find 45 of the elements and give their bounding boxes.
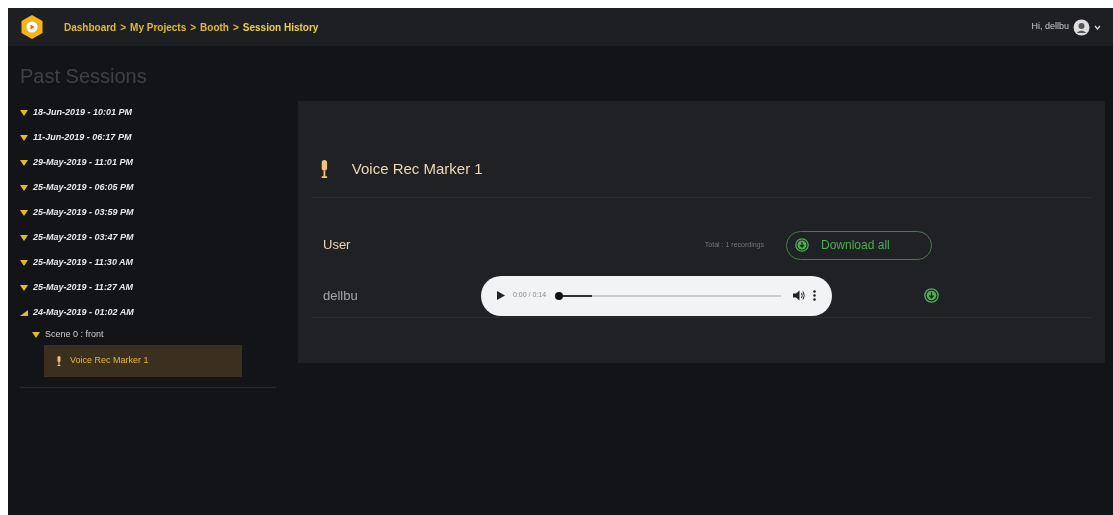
session-item[interactable]: 25-May-2019 - 03:59 PM bbox=[33, 205, 134, 220]
marker-item[interactable]: Voice Rec Marker 1 bbox=[44, 345, 242, 377]
download-button[interactable] bbox=[924, 288, 939, 303]
breadcrumb-link[interactable]: Dashboard bbox=[64, 19, 117, 35]
caret-down-icon[interactable] bbox=[20, 184, 28, 191]
volume-icon[interactable] bbox=[793, 290, 805, 301]
session-item[interactable]: 24-May-2019 - 01:02 AM bbox=[33, 305, 134, 320]
breadcrumb-separator: > bbox=[190, 20, 197, 35]
session-item[interactable]: 25-May-2019 - 03:47 PM bbox=[33, 230, 134, 245]
caret-down-icon[interactable] bbox=[20, 134, 28, 141]
session-item[interactable]: 25-May-2019 - 11:27 AM bbox=[33, 280, 134, 295]
caret-down-icon[interactable] bbox=[32, 332, 40, 338]
caret-down-icon[interactable] bbox=[20, 209, 28, 216]
greeting: Hi, dellbu bbox=[1031, 20, 1069, 34]
download-icon bbox=[924, 288, 939, 303]
marker-title: Voice Rec Marker 1 bbox=[351, 158, 483, 179]
user-avatar-icon[interactable] bbox=[1073, 18, 1090, 36]
session-item[interactable]: 11-Jun-2019 - 06:17 PM bbox=[33, 130, 132, 145]
seek-thumb[interactable] bbox=[555, 291, 564, 300]
caret-down-icon[interactable] bbox=[20, 284, 28, 291]
session-item[interactable]: 29-May-2019 - 11:01 PM bbox=[33, 155, 133, 170]
session-item[interactable]: 25-May-2019 - 06:05 PM bbox=[33, 180, 134, 195]
column-header: User bbox=[323, 236, 351, 255]
breadcrumb-link[interactable]: Booth bbox=[200, 19, 229, 35]
caret-down-icon[interactable] bbox=[20, 109, 28, 116]
breadcrumb-separator: > bbox=[232, 20, 239, 35]
scene-item[interactable]: Scene 0 : front bbox=[45, 328, 104, 342]
chevron-down-icon[interactable] bbox=[1094, 24, 1101, 30]
more-options-icon[interactable] bbox=[813, 290, 816, 301]
breadcrumb-separator: > bbox=[120, 20, 127, 35]
microphone-icon bbox=[56, 356, 62, 366]
microphone-icon bbox=[319, 160, 330, 178]
play-logo-icon[interactable] bbox=[20, 14, 44, 40]
session-item[interactable]: 18-Jun-2019 - 10:01 PM bbox=[33, 105, 133, 120]
caret-down-icon[interactable] bbox=[20, 259, 28, 266]
seek-track[interactable] bbox=[558, 294, 781, 297]
breadcrumb-link[interactable]: Session History bbox=[242, 19, 319, 35]
caret-down-icon[interactable] bbox=[20, 159, 28, 166]
caret-down-icon[interactable] bbox=[20, 234, 28, 241]
user-name: dellbu bbox=[323, 286, 359, 305]
download-icon bbox=[795, 238, 809, 252]
session-item[interactable]: 25-May-2019 - 11:30 AM bbox=[33, 255, 134, 270]
breadcrumb-link[interactable]: My Projects bbox=[130, 19, 187, 35]
caret-up-icon[interactable] bbox=[20, 309, 28, 316]
play-icon[interactable] bbox=[497, 291, 505, 300]
